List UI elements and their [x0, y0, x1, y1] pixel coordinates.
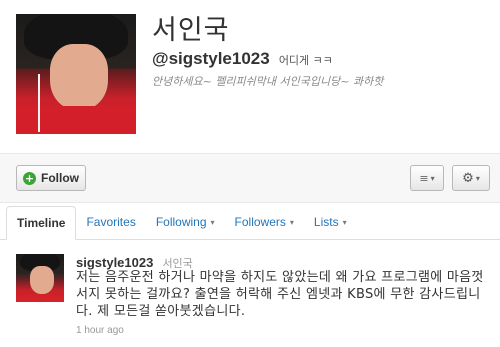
tweet-text: 저는 음주운전 하거나 마약을 하지도 않았는데 왜 가요 프로그램에 마음껏 …: [76, 270, 484, 319]
profile-bio: 안녕하세요~ 펠리피쉬막내 서인국입니당~ 콰하핫: [152, 75, 384, 88]
tab-label: Timeline: [17, 216, 66, 230]
chevron-down-icon: ▾: [210, 217, 215, 227]
tweet-avatar[interactable]: [16, 254, 64, 302]
profile-avatar[interactable]: [16, 14, 136, 134]
avatar-shirt: [16, 106, 136, 134]
gear-icon: ⚙: [462, 170, 474, 186]
list-icon: ≡: [419, 171, 429, 185]
tab-lists[interactable]: Lists ▾: [304, 205, 357, 239]
tab-followers[interactable]: Followers ▾: [225, 205, 304, 239]
follow-button[interactable]: + Follow: [16, 165, 86, 191]
tab-label: Followers: [234, 215, 286, 229]
list-menu-button[interactable]: ≡ ▾: [410, 165, 444, 191]
chevron-down-icon: ▾: [289, 217, 294, 227]
tab-label: Following: [155, 215, 207, 229]
tab-favorites[interactable]: Favorites: [76, 205, 145, 239]
avatar-face: [50, 44, 108, 110]
tab-timeline[interactable]: Timeline: [6, 206, 77, 240]
tweet-item: sigstyle1023 서인국 저는 음주운전 하거나 마약을 하지도 않았는…: [0, 246, 500, 347]
avatar-earbud: [38, 74, 44, 132]
action-bar: + Follow ≡ ▾ ⚙ ▾: [0, 153, 500, 203]
tweet-timestamp[interactable]: 1 hour ago: [76, 325, 124, 336]
chevron-down-icon: ▾: [475, 173, 480, 183]
profile-location: 어디게 ㅋㅋ: [278, 54, 333, 67]
chevron-down-icon: ▾: [342, 217, 347, 227]
profile-tabs: Timeline Favorites Following ▾ Followers…: [0, 204, 500, 240]
tweet-username[interactable]: sigstyle1023: [76, 255, 153, 270]
tab-following[interactable]: Following ▾: [146, 205, 225, 239]
profile-handle-line: @sigstyle1023 어디게 ㅋㅋ: [152, 49, 333, 69]
plus-icon: +: [23, 171, 36, 185]
settings-menu-button[interactable]: ⚙ ▾: [452, 165, 490, 191]
tab-label: Favorites: [86, 215, 136, 229]
avatar-face: [30, 266, 54, 294]
follow-label: Follow: [41, 171, 79, 185]
profile-handle: @sigstyle1023: [152, 49, 270, 68]
profile-name: 서인국: [152, 15, 230, 46]
tab-label: Lists: [313, 215, 339, 229]
chevron-down-icon: ▾: [430, 173, 435, 183]
